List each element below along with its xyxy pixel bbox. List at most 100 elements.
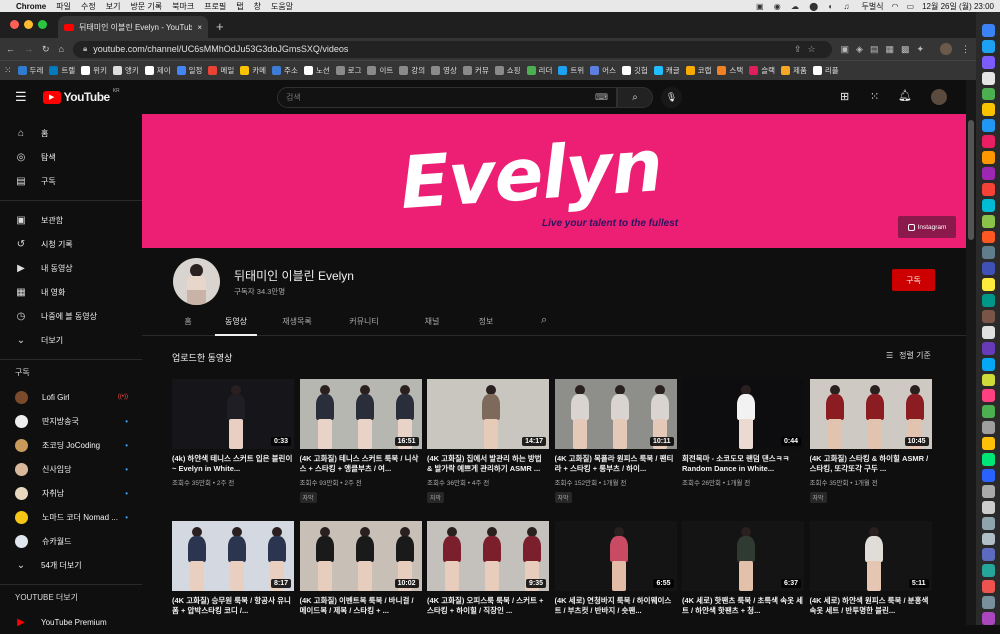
bookmark-item[interactable]: 코랩 xyxy=(685,65,711,76)
dock-app-icon[interactable] xyxy=(981,564,995,578)
bookmark-item[interactable]: 쇼핑 xyxy=(494,65,521,76)
video-card[interactable]: 6:55 (4K 세로) 연청바지 룩북 / 하이웨이스트 / 부츠컷 / 반바지… xyxy=(554,521,677,616)
close-window-button[interactable] xyxy=(10,20,19,29)
video-card[interactable]: 9:35 (4K 고화질) 오피스룩 룩북 / 스커트 + 스타킹 + 하이힐 /… xyxy=(427,521,549,616)
bookmark-item[interactable]: 두레 xyxy=(17,65,43,76)
dock-app-icon[interactable] xyxy=(981,39,995,53)
sidebar-subscription[interactable]: Lofi Girl ((•)) xyxy=(0,385,142,409)
dock-app-icon[interactable] xyxy=(981,103,995,117)
dock-app-icon[interactable] xyxy=(981,484,995,498)
channel-search-icon[interactable]: ⌕ xyxy=(541,314,547,327)
video-title[interactable]: (4K 고화질) 테니스 스커트 룩북 / 니삭스 + 스타킹 + 앵클부츠 /… xyxy=(300,454,422,474)
back-icon[interactable]: ← xyxy=(6,44,15,54)
bookmark-item[interactable]: 노션 xyxy=(303,65,330,76)
sidebar-subscription[interactable]: 딴지방송국 • xyxy=(0,409,142,433)
dock-app-icon[interactable] xyxy=(981,437,995,451)
subscribe-button[interactable]: 구독 xyxy=(892,269,935,291)
sidebar-item-library[interactable]: ▣ 보관함 xyxy=(0,208,142,232)
video-thumbnail[interactable]: 0:44 xyxy=(682,379,804,449)
sidebar-subscription[interactable]: 신사임당 • xyxy=(0,457,142,481)
video-thumbnail[interactable]: 6:55 xyxy=(554,521,677,591)
video-title[interactable]: (4K 고화질) 스타킹 & 하이힐 ASMR / 스타킹, 또각또각 구두 .… xyxy=(810,454,932,474)
bookmark-item[interactable]: 메일 xyxy=(208,65,234,76)
video-thumbnail[interactable]: 9:35 xyxy=(427,521,549,591)
battery-icon[interactable]: ▭ xyxy=(907,2,915,11)
video-card[interactable]: 0:44 회전목마 - 소코도모 랜덤 댄스ㅋㅋ Random Dance in … xyxy=(682,379,804,487)
video-title[interactable]: 회전목마 - 소코도모 랜덤 댄스ㅋㅋ Random Dance in Whit… xyxy=(682,454,804,474)
hamburger-menu-icon[interactable]: ☰ xyxy=(15,89,27,105)
sidebar-item-premium[interactable]: ▶ YouTube Premium xyxy=(0,610,142,634)
dock-app-icon[interactable] xyxy=(981,357,995,371)
account-avatar[interactable] xyxy=(931,89,947,105)
dock-app-icon[interactable] xyxy=(981,468,995,482)
show-more-subs[interactable]: ⌄ 54개 더보기 xyxy=(0,553,142,577)
video-thumbnail[interactable]: 5:11 xyxy=(809,521,932,591)
bookmark-item[interactable]: 카메 xyxy=(240,65,266,76)
bookmark-item[interactable]: 영상 xyxy=(431,65,457,76)
menubar-item[interactable]: 보기 xyxy=(106,1,121,12)
video-thumbnail[interactable]: 6:37 xyxy=(682,521,804,591)
profile-avatar[interactable] xyxy=(940,43,952,55)
create-video-icon[interactable]: ⊞ xyxy=(840,90,849,103)
new-tab-button[interactable]: + xyxy=(216,19,224,34)
dock-app-icon[interactable] xyxy=(981,71,995,85)
video-title[interactable]: (4K 세로) 하얀색 원피스 룩북 / 분홍색 속옷 세트 / 반투명한 블린… xyxy=(810,596,932,616)
address-bar[interactable]: 🔒︎ youtube.com/channel/UC6sMMhOdJu53G3do… xyxy=(72,40,832,58)
dock-app-icon[interactable] xyxy=(981,246,995,260)
video-card[interactable]: 6:37 (4K 세로) 핫팬츠 룩북 / 초록색 속옷 세트 / 하얀색 핫팬츠… xyxy=(682,521,804,616)
bookmark-item[interactable]: 로그 xyxy=(335,65,361,76)
channel-tab[interactable]: 홈 xyxy=(174,310,201,336)
dock-app-icon[interactable] xyxy=(981,278,995,292)
menubar-item[interactable]: 도움말 xyxy=(271,1,293,12)
app-menu[interactable]: Chrome xyxy=(16,2,46,11)
bookmark-item[interactable]: 스택 xyxy=(717,65,743,76)
reload-icon[interactable]: ↻ xyxy=(42,44,50,55)
dock-app-icon[interactable] xyxy=(981,341,995,355)
tab-active[interactable]: 뒤태미인 이블린 Evelyn - YouTube × xyxy=(58,16,208,38)
dock-app-icon[interactable] xyxy=(981,262,995,276)
notifications-bell-icon[interactable]: 🔔︎ xyxy=(898,89,912,102)
dock-app-icon[interactable] xyxy=(981,516,995,530)
video-thumbnail[interactable]: 10:11 xyxy=(554,379,677,449)
sidebar-item-home[interactable]: ⌂ 홈 xyxy=(0,121,142,145)
youtube-logo[interactable]: ▶ YouTube KR xyxy=(42,88,120,104)
dock-app-icon[interactable] xyxy=(981,119,995,133)
video-title[interactable]: (4K 세로) 핫팬츠 룩북 / 초록색 속옷 세트 / 하얀색 핫팬츠 + 청… xyxy=(682,596,804,616)
bookmark-item[interactable]: 앵키 xyxy=(112,65,139,76)
minimize-window-button[interactable] xyxy=(24,20,33,29)
bookmark-item[interactable]: 깃헙 xyxy=(621,65,648,76)
video-thumbnail[interactable]: 16:51 xyxy=(299,379,422,449)
bookmark-item[interactable]: 트렐 xyxy=(49,65,75,76)
bookmark-item[interactable]: 리플 xyxy=(812,65,839,76)
dock-app-icon[interactable] xyxy=(981,611,995,625)
video-title[interactable]: (4K 고화질) 집에서 발관리 하는 방법 & 발가락 예쁘게 관리하기 AS… xyxy=(427,454,549,474)
dock-app-icon[interactable] xyxy=(981,24,995,37)
menubar-item[interactable]: 탭 xyxy=(236,1,243,12)
video-title[interactable]: (4K 고화질) 이벤트복 룩북 / 바니걸 / 메이드복 / 제복 / 스타킹… xyxy=(300,596,422,616)
menubar-item[interactable]: 파일 xyxy=(56,1,71,12)
video-card[interactable]: 10:02 (4K 고화질) 이벤트복 룩북 / 바니걸 / 메이드복 / 제복 … xyxy=(299,521,422,616)
sidebar-item-explore[interactable]: ◎ 탐색 xyxy=(0,145,142,169)
video-card[interactable]: 0:33 (4k) 하얀색 테니스 스커트 입은 블린이~ Evelyn in W… xyxy=(172,379,294,487)
video-thumbnail[interactable]: 8:17 xyxy=(172,521,294,591)
dock-app-icon[interactable] xyxy=(981,389,995,403)
video-card[interactable]: 10:45 (4K 고화질) 스타킹 & 하이힐 ASMR / 스타킹, 또각또각… xyxy=(809,379,932,505)
video-card[interactable]: 10:11 (4K 고화질) 목폴라 원피스 룩북 / 팬티라 + 스타킹 + 롱… xyxy=(554,379,677,505)
bookmark-item[interactable]: 제품 xyxy=(781,65,807,76)
video-thumbnail[interactable]: 0:33 xyxy=(172,379,294,449)
video-card[interactable]: 14:17 (4K 고화질) 집에서 발관리 하는 방법 & 발가락 예쁘게 관리… xyxy=(427,379,549,505)
menubar-item[interactable]: 프로필 xyxy=(204,1,226,12)
input-method[interactable]: 두벌식 xyxy=(861,1,883,12)
bookmark-item[interactable]: 리더 xyxy=(526,65,552,76)
dock-app-icon[interactable] xyxy=(981,135,995,149)
bookmark-item[interactable]: 슬랙 xyxy=(749,65,775,76)
bookmark-item[interactable]: 위키 xyxy=(81,65,107,76)
dock-app-icon[interactable] xyxy=(981,548,995,562)
search-button[interactable]: ⌕ xyxy=(617,87,653,108)
bookmark-item[interactable]: 강의 xyxy=(399,65,425,76)
sidebar-item-chevron-down[interactable]: ⌄ 더보기 xyxy=(0,328,142,352)
channel-tab[interactable]: 재생목록 xyxy=(272,310,321,336)
video-thumbnail[interactable]: 14:17 xyxy=(427,379,549,449)
page-scrollbar[interactable] xyxy=(966,80,976,625)
clock[interactable]: 12월 26일 (월) 23:00 xyxy=(922,1,994,12)
